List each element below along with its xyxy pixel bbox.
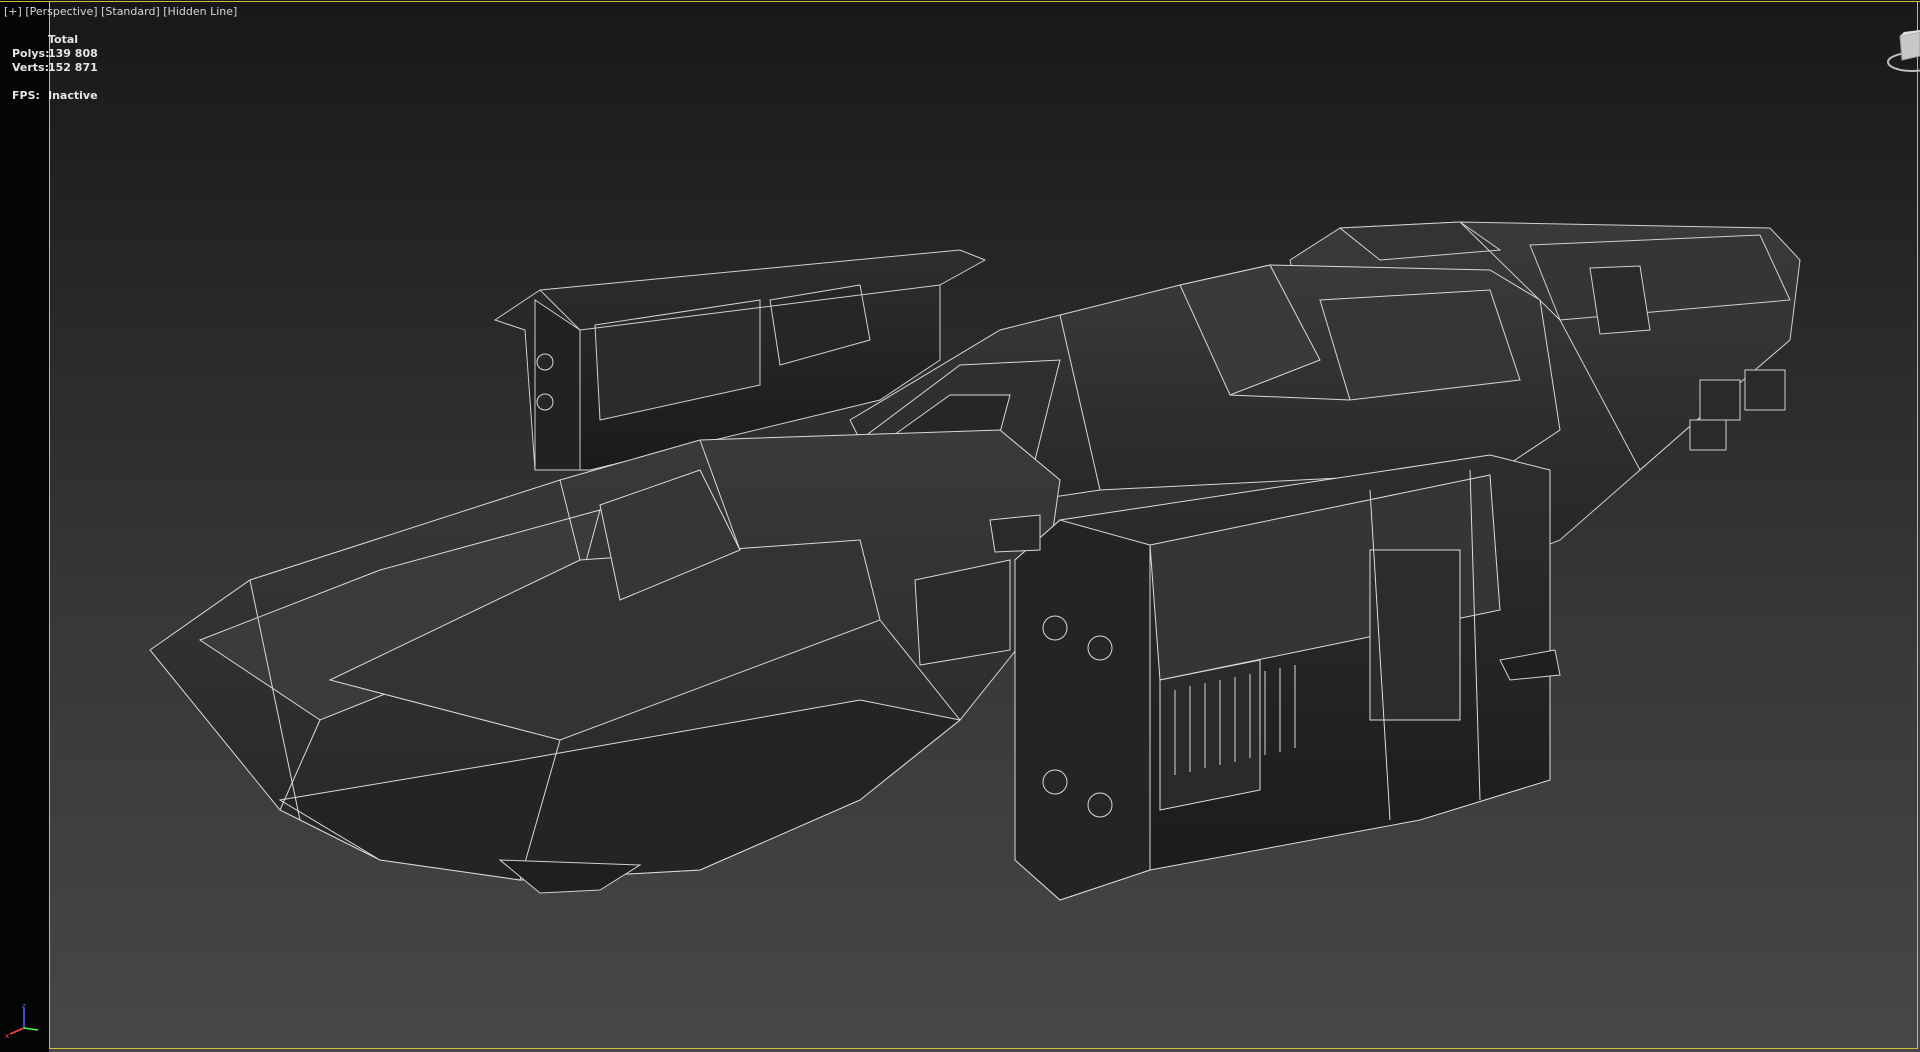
viewport-top-border: [0, 1, 1920, 2]
viewport-left-strip: [0, 0, 49, 1052]
svg-text:z: z: [22, 1002, 26, 1010]
viewport-standard-menu[interactable]: [Standard]: [101, 5, 160, 18]
front-right-pod: [1014, 454, 1551, 901]
viewport-point-of-view-menu[interactable]: [Perspective]: [25, 5, 97, 18]
verts-label: Verts:: [12, 61, 50, 74]
viewport-plus-menu[interactable]: [+]: [4, 5, 22, 18]
viewport-label-menu: [+] [Perspective] [Standard] [Hidden Lin…: [4, 5, 237, 18]
stats-header: Total: [48, 33, 79, 46]
fps-label: FPS:: [12, 89, 40, 102]
polys-label: Polys:: [12, 47, 50, 60]
svg-text:x: x: [5, 1032, 9, 1040]
perspective-viewport[interactable]: [+] [Perspective] [Standard] [Hidden Lin…: [0, 0, 1920, 1052]
viewport-shading-menu[interactable]: [Hidden Line]: [163, 5, 237, 18]
polys-value: 139 808: [48, 47, 98, 60]
spaceship-wireframe-model[interactable]: [0, 0, 1920, 1052]
fps-value: Inactive: [48, 89, 98, 102]
verts-value: 152 871: [48, 61, 98, 74]
viewcube-icon[interactable]: [1886, 28, 1920, 80]
axis-tripod-icon: z x: [5, 1002, 39, 1040]
